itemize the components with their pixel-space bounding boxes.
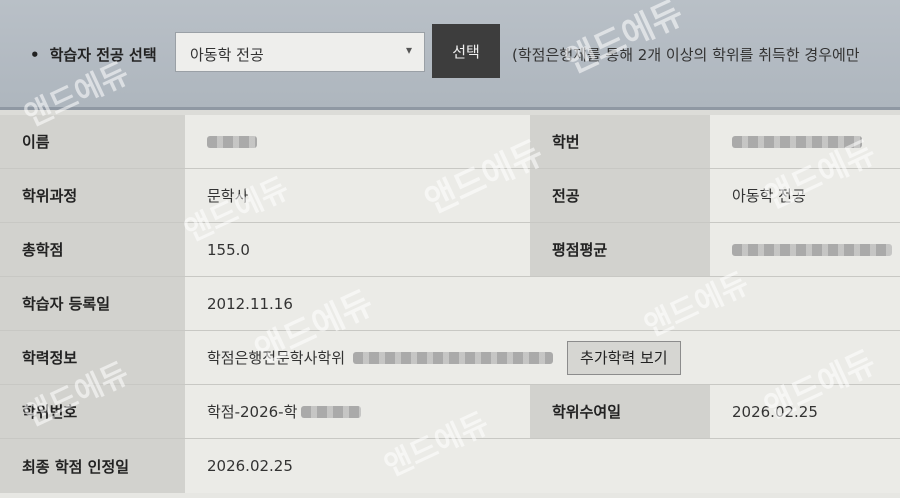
degree-date-label: 학위수여일 bbox=[530, 385, 710, 438]
select-button[interactable]: 선택 bbox=[432, 24, 500, 78]
student-no-label: 학번 bbox=[530, 115, 710, 168]
redacted-name bbox=[207, 135, 257, 148]
name-label: 이름 bbox=[0, 115, 185, 168]
chevron-down-icon: ▾ bbox=[405, 43, 412, 57]
total-credits-label: 총학점 bbox=[0, 223, 185, 276]
major-select-value: 아동학 전공 bbox=[190, 46, 264, 64]
final-credit-label: 최종 학점 인정일 bbox=[0, 439, 185, 493]
table-row: 최종 학점 인정일 2026.02.25 bbox=[0, 439, 900, 493]
table-row: 총학점 155.0 평점평균 bbox=[0, 223, 900, 277]
student-no-value bbox=[710, 115, 900, 168]
degree-course-value: 문학사 bbox=[185, 169, 530, 222]
academic-info-value: 학점은행전문학사학위 추가학력 보기 bbox=[185, 331, 900, 384]
redacted-academic-info bbox=[353, 351, 554, 364]
degree-no-value: 학점-2026-학 bbox=[185, 385, 530, 438]
degree-no-label: 학위번호 bbox=[0, 385, 185, 438]
major-label: 전공 bbox=[530, 169, 710, 222]
degree-course-label: 학위과정 bbox=[0, 169, 185, 222]
degree-date-value: 2026.02.25 bbox=[710, 385, 900, 438]
degree-no-text: 학점-2026-학 bbox=[207, 403, 298, 421]
name-value bbox=[185, 115, 530, 168]
academic-info-text: 학점은행전문학사학위 bbox=[207, 349, 346, 367]
additional-academic-button[interactable]: 추가학력 보기 bbox=[567, 340, 681, 375]
total-credits-value: 155.0 bbox=[185, 223, 530, 276]
table-row: 학습자 등록일 2012.11.16 bbox=[0, 277, 900, 331]
major-select-label: • 학습자 전공 선택 bbox=[30, 44, 157, 65]
redacted-student-no bbox=[732, 135, 862, 148]
bullet-icon: • bbox=[30, 46, 40, 64]
select-note: (학점은행제를 통해 2개 이상의 학위를 취득한 경우에만 bbox=[512, 46, 860, 64]
major-select[interactable]: 아동학 전공 ▾ bbox=[175, 32, 425, 72]
table-row: 학위과정 문학사 전공 아동학 전공 bbox=[0, 169, 900, 223]
gpa-label: 평점평균 bbox=[530, 223, 710, 276]
student-info-table: 이름 학번 학위과정 문학사 전공 아동학 전공 총학점 155.0 평점평균 … bbox=[0, 115, 900, 498]
major-select-label-text: 학습자 전공 선택 bbox=[49, 46, 157, 64]
redacted-degree-no bbox=[301, 405, 362, 418]
redacted-gpa bbox=[732, 243, 892, 256]
table-row: 이름 학번 bbox=[0, 115, 900, 169]
table-row: 학력정보 학점은행전문학사학위 추가학력 보기 bbox=[0, 331, 900, 385]
final-credit-value: 2026.02.25 bbox=[185, 439, 900, 493]
gpa-value bbox=[710, 223, 900, 276]
reg-date-label: 학습자 등록일 bbox=[0, 277, 185, 330]
major-value: 아동학 전공 bbox=[710, 169, 900, 222]
table-row: 학위번호 학점-2026-학 학위수여일 2026.02.25 bbox=[0, 385, 900, 439]
major-selector-bar: • 학습자 전공 선택 아동학 전공 ▾ 선택 (학점은행제를 통해 2개 이상의… bbox=[0, 0, 900, 110]
academic-info-label: 학력정보 bbox=[0, 331, 185, 384]
reg-date-value: 2012.11.16 bbox=[185, 277, 900, 330]
